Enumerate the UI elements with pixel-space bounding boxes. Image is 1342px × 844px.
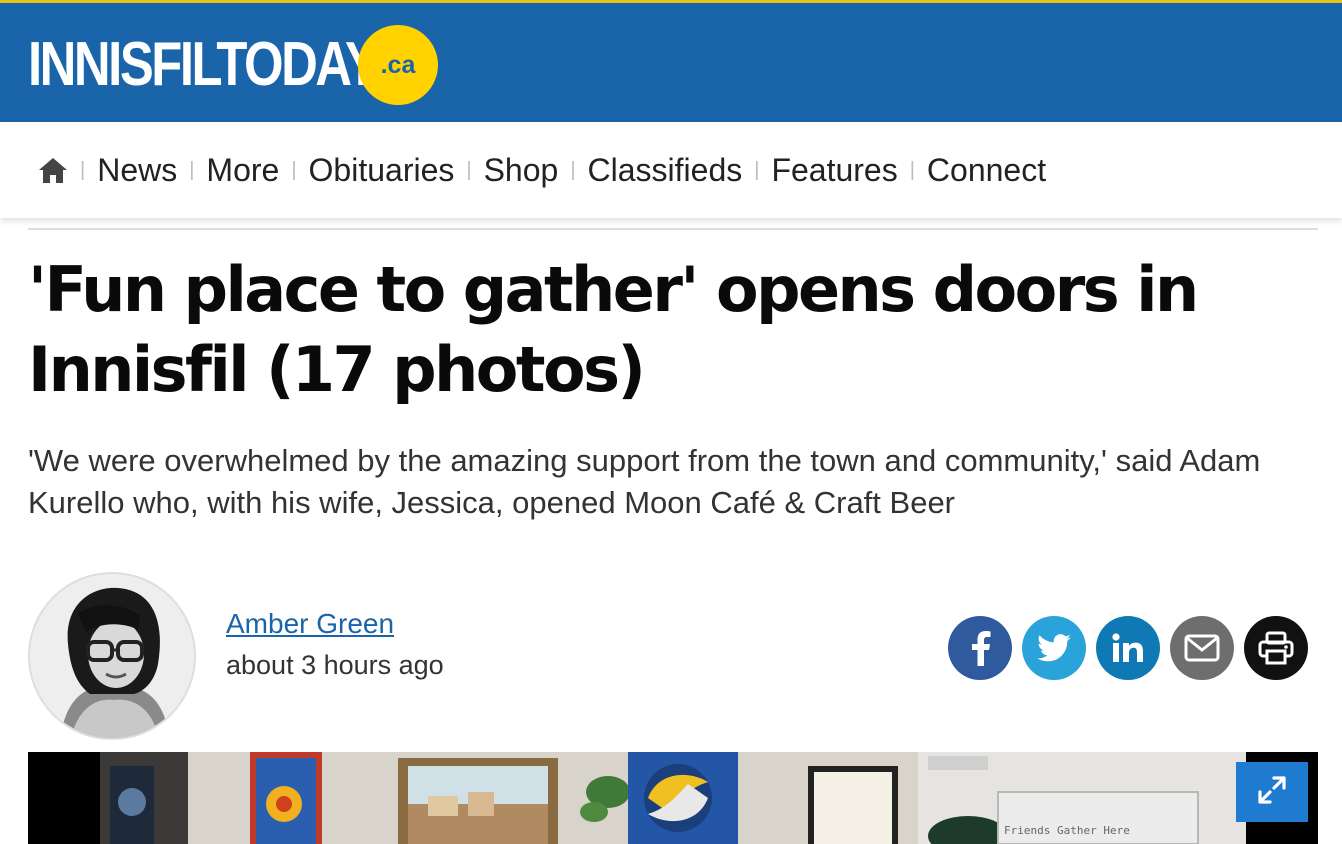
- photo-sign-text: Friends Gather Here: [1004, 824, 1130, 837]
- share-twitter-button[interactable]: [1022, 616, 1086, 680]
- nav-separator: |: [291, 158, 297, 181]
- article-dek: 'We were overwhelmed by the amazing supp…: [28, 443, 1261, 520]
- share-email-button[interactable]: [1170, 616, 1234, 680]
- nav-item-news[interactable]: News: [97, 152, 177, 189]
- author-link[interactable]: Amber Green: [226, 608, 394, 640]
- nav-separator: |: [754, 158, 760, 181]
- article-headline: 'Fun place to gather' opens doors in Inn…: [28, 253, 1199, 406]
- divider: [28, 228, 1318, 230]
- lead-photo[interactable]: Friends Gather Here: [28, 752, 1318, 844]
- main-nav: | News | More | Obituaries | Shop | Clas…: [38, 148, 1046, 192]
- author-avatar: [28, 572, 196, 740]
- nav-item-features[interactable]: Features: [771, 152, 897, 189]
- nav-item-more[interactable]: More: [206, 152, 279, 189]
- nav-separator: |: [80, 158, 86, 181]
- nav-item-connect[interactable]: Connect: [927, 152, 1046, 189]
- nav-item-obituaries[interactable]: Obituaries: [309, 152, 455, 189]
- nav-separator: |: [189, 158, 195, 181]
- site-header: INNISFILTODAY .ca: [0, 0, 1342, 122]
- share-print-button[interactable]: [1244, 616, 1308, 680]
- logo-text: INNISFILTODAY: [28, 30, 379, 99]
- main-nav-bar: | News | More | Obituaries | Shop | Clas…: [0, 122, 1342, 218]
- home-icon[interactable]: [38, 155, 68, 185]
- share-linkedin-button[interactable]: [1096, 616, 1160, 680]
- expand-gallery-button[interactable]: [1236, 762, 1308, 822]
- nav-separator: |: [570, 158, 576, 181]
- expand-icon: [1257, 775, 1287, 810]
- facebook-icon: [967, 630, 993, 666]
- linkedin-icon: [1112, 633, 1144, 663]
- nav-item-shop[interactable]: Shop: [484, 152, 559, 189]
- nav-item-classifieds[interactable]: Classifieds: [588, 152, 743, 189]
- publish-timestamp: about 3 hours ago: [226, 650, 444, 680]
- site-logo[interactable]: INNISFILTODAY .ca: [28, 25, 453, 105]
- nav-separator: |: [466, 158, 472, 181]
- email-icon: [1184, 634, 1220, 662]
- share-facebook-button[interactable]: [948, 616, 1012, 680]
- print-icon: [1258, 631, 1294, 665]
- logo-domain-badge: .ca: [358, 25, 438, 105]
- nav-separator: |: [909, 158, 915, 181]
- twitter-icon: [1037, 634, 1071, 662]
